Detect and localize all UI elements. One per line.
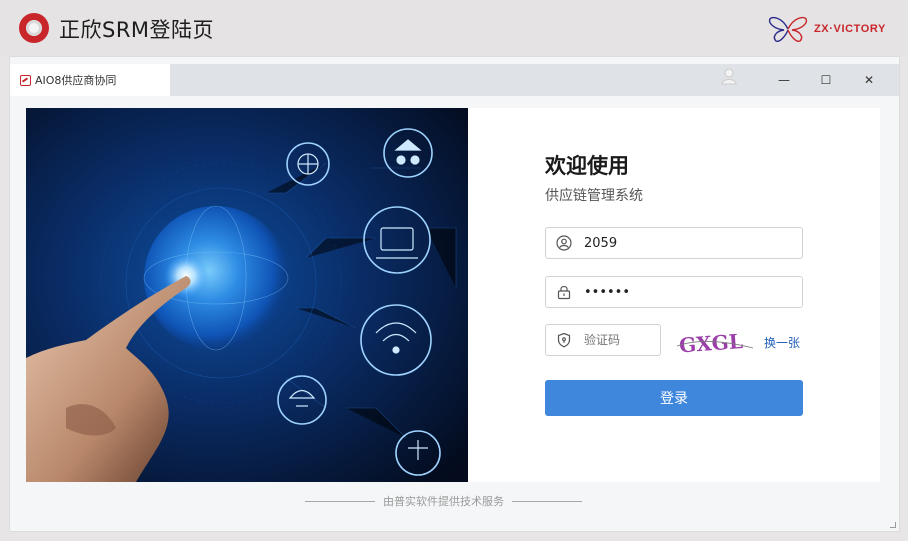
password-field[interactable]: ••••••	[545, 276, 803, 308]
refresh-captcha-link[interactable]: 换一张	[764, 334, 800, 351]
tab-aio8[interactable]: AIO8供应商协同	[10, 64, 170, 96]
footer-divider-left	[305, 500, 375, 502]
username-value: 2059	[584, 235, 618, 251]
brand-name: ZX·VICTORY	[813, 23, 886, 35]
password-value: ••••••	[584, 284, 631, 300]
system-subtitle: 供应链管理系统	[545, 188, 643, 204]
login-card: 欢迎使用 供应链管理系统 2059 •••••• 验证码 GXGL 换一张 登录	[26, 108, 880, 482]
close-button[interactable]: ✕	[861, 72, 877, 88]
captcha-field[interactable]	[545, 324, 661, 356]
username-field[interactable]: 2059	[545, 227, 803, 259]
brand-logo: ZX·VICTORY	[768, 14, 886, 44]
user-icon	[556, 235, 572, 251]
shield-icon	[557, 332, 571, 348]
tab-strip: AIO8供应商协同 — ☐ ✕	[10, 64, 899, 96]
welcome-heading: 欢迎使用	[545, 154, 629, 178]
footer-text: 由普实软件提供技术服务	[383, 495, 504, 508]
app-tab-icon	[20, 74, 31, 86]
tab-label: AIO8供应商协同	[35, 74, 117, 87]
captcha-image[interactable]: GXGL	[675, 326, 755, 358]
page-title: 正欣SRM登陆页	[59, 18, 215, 42]
hero-illustration	[26, 108, 468, 482]
butterfly-icon	[768, 16, 808, 42]
login-button[interactable]: 登录	[545, 380, 803, 416]
lock-icon	[557, 285, 571, 300]
footer: 由普实软件提供技术服务	[305, 494, 605, 508]
minimize-button[interactable]: —	[776, 72, 792, 88]
maximize-button[interactable]: ☐	[818, 72, 834, 88]
app-header: 正欣SRM登陆页 ZX·VICTORY	[0, 0, 908, 55]
footer-divider-right	[512, 500, 582, 502]
captcha-input[interactable]	[584, 333, 654, 347]
user-avatar-icon[interactable]	[721, 67, 737, 85]
browser-window: AIO8供应商协同 — ☐ ✕ 欢迎使用 供应链管理系统 2059 ••••••…	[9, 56, 900, 532]
app-logo	[19, 13, 49, 43]
resize-grip-icon[interactable]	[890, 522, 896, 528]
